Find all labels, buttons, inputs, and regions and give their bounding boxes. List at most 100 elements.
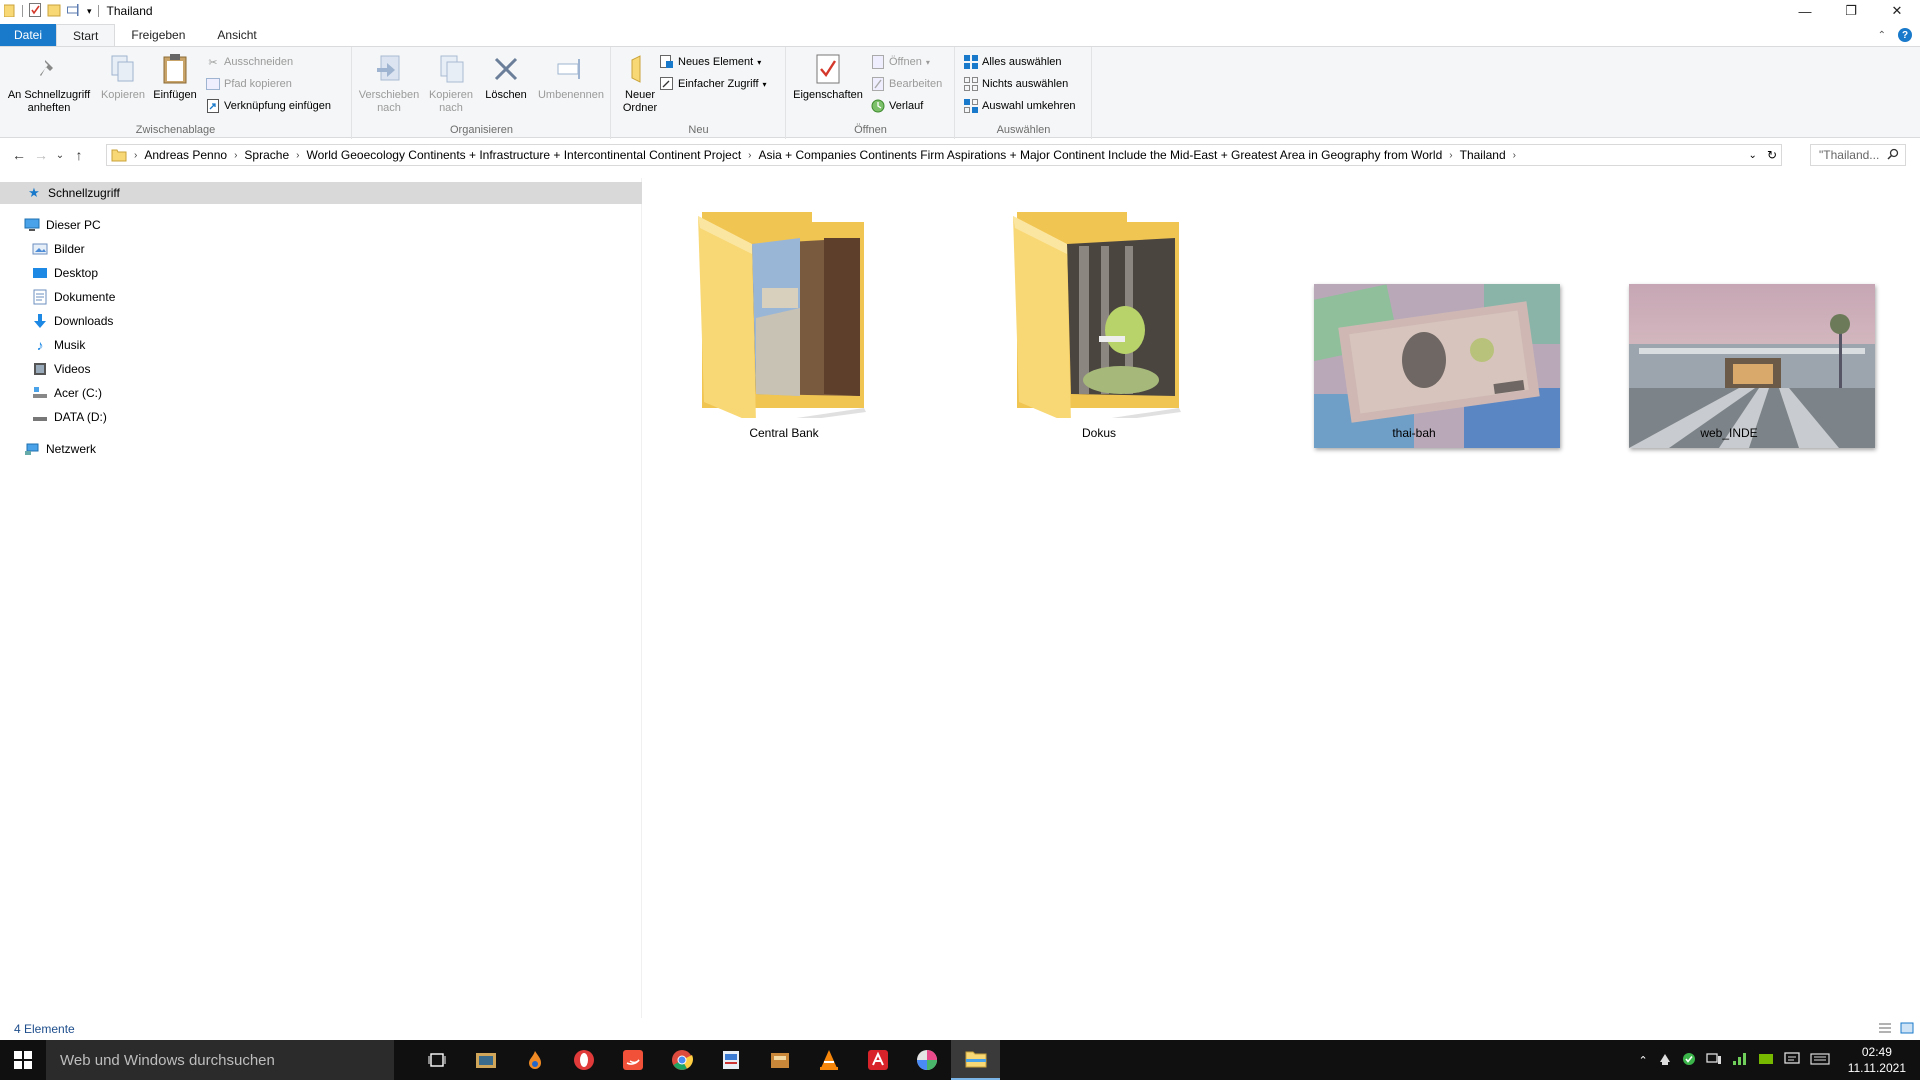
- breadcrumb-asia-companies[interactable]: Asia + Companies Continents Firm Aspirat…: [759, 148, 1443, 162]
- nav-item-drive-c[interactable]: Acer (C:): [0, 382, 102, 404]
- nav-item-quick-access[interactable]: ★ Schnellzugriff: [0, 182, 642, 204]
- details-view-icon[interactable]: [1878, 1022, 1892, 1037]
- nav-item-musik[interactable]: ♪ Musik: [0, 334, 86, 356]
- tab-freigeben[interactable]: Freigeben: [115, 24, 201, 46]
- address-bar[interactable]: › Andreas Penno › Sprache › World Geoeco…: [106, 144, 1782, 166]
- search-icon[interactable]: [1887, 148, 1899, 163]
- tab-ansicht[interactable]: Ansicht: [201, 24, 272, 46]
- search-box[interactable]: "Thailand...: [1810, 144, 1906, 166]
- up-button[interactable]: ↑: [68, 144, 90, 166]
- clock[interactable]: 02:49 11.11.2021: [1848, 1044, 1906, 1076]
- archive-app-icon[interactable]: [755, 1040, 804, 1080]
- tray-overflow-icon[interactable]: ⌃: [1639, 1054, 1648, 1067]
- search-input[interactable]: "Thailand...: [1819, 148, 1879, 162]
- delete-button[interactable]: Löschen: [481, 53, 531, 102]
- nav-item-drive-d[interactable]: DATA (D:): [0, 406, 107, 428]
- keyboard-icon[interactable]: [1810, 1052, 1830, 1068]
- breadcrumb-world-geoecology[interactable]: World Geoecology Continents + Infrastruc…: [306, 148, 741, 162]
- chrome-browser-icon[interactable]: [657, 1040, 706, 1080]
- file-item-image[interactable]: web_INDE: [1579, 198, 1879, 458]
- open-button[interactable]: Öffnen ▾: [871, 53, 930, 71]
- network-signal-icon[interactable]: [1732, 1052, 1748, 1069]
- paste-button[interactable]: Einfügen: [150, 53, 200, 102]
- cut-button[interactable]: ✂ Ausschneiden: [206, 53, 293, 71]
- vlc-player-icon[interactable]: [804, 1040, 853, 1080]
- help-icon[interactable]: ?: [1898, 28, 1912, 42]
- minimize-button[interactable]: —: [1782, 0, 1828, 22]
- tab-datei[interactable]: Datei: [0, 24, 57, 46]
- restore-button[interactable]: ❐: [1828, 0, 1874, 22]
- tab-start[interactable]: Start: [56, 24, 116, 46]
- breadcrumb-thailand[interactable]: Thailand: [1460, 148, 1506, 162]
- refresh-icon[interactable]: ↻: [1767, 148, 1777, 162]
- breadcrumb-separator[interactable]: ›: [134, 150, 137, 161]
- task-view-icon[interactable]: [412, 1040, 461, 1080]
- status-bar: 4 Elemente: [0, 1018, 1920, 1040]
- invert-selection-button[interactable]: Auswahl umkehren: [964, 97, 1076, 115]
- copy-path-button[interactable]: Pfad kopieren: [206, 75, 292, 93]
- taskbar-search-input[interactable]: Web und Windows durchsuchen: [46, 1040, 394, 1080]
- avira-antivirus-icon[interactable]: [853, 1040, 902, 1080]
- nav-item-dokumente[interactable]: Dokumente: [0, 286, 115, 308]
- security-check-icon[interactable]: [1682, 1052, 1696, 1069]
- file-explorer-icon[interactable]: [951, 1040, 1000, 1080]
- breadcrumb-sprache[interactable]: Sprache: [244, 148, 289, 162]
- breadcrumb-separator[interactable]: ›: [748, 150, 751, 161]
- nav-item-bilder[interactable]: Bilder: [0, 238, 85, 260]
- properties-icon[interactable]: [29, 2, 41, 20]
- new-item-button[interactable]: Neues Element ▾: [660, 53, 761, 71]
- breadcrumb-separator[interactable]: ›: [234, 150, 237, 161]
- nav-item-videos[interactable]: Videos: [0, 358, 90, 380]
- rename-button[interactable]: Umbenennen: [533, 53, 609, 102]
- breadcrumb-separator[interactable]: ›: [1513, 150, 1516, 161]
- new-folder-icon[interactable]: [47, 3, 61, 20]
- document-viewer-icon[interactable]: [706, 1040, 755, 1080]
- breadcrumb-separator[interactable]: ›: [296, 150, 299, 161]
- nav-item-this-pc[interactable]: Dieser PC: [0, 214, 101, 236]
- flame-app-icon[interactable]: [510, 1040, 559, 1080]
- large-icons-view-icon[interactable]: [1900, 1022, 1914, 1037]
- rename-label: Umbenennen: [537, 89, 605, 101]
- nav-item-desktop[interactable]: Desktop: [0, 262, 98, 284]
- breadcrumb-andreas-penno[interactable]: Andreas Penno: [144, 148, 227, 162]
- color-app-icon[interactable]: [902, 1040, 951, 1080]
- rename-icon[interactable]: [67, 3, 81, 19]
- new-folder-button[interactable]: Neuer Ordner: [616, 53, 664, 115]
- paste-shortcut-button[interactable]: Verknüpfung einfügen: [206, 97, 331, 115]
- back-button[interactable]: ←: [8, 144, 30, 166]
- breadcrumb-separator[interactable]: ›: [1449, 150, 1452, 161]
- nvidia-icon[interactable]: [1758, 1053, 1774, 1068]
- close-button[interactable]: ✕: [1874, 0, 1920, 22]
- recent-locations-button[interactable]: ⌄: [52, 144, 68, 166]
- tray-app-icon[interactable]: [1658, 1052, 1672, 1069]
- device-icon[interactable]: [1706, 1052, 1722, 1069]
- nav-item-network[interactable]: Netzwerk: [0, 438, 96, 460]
- qat-dropdown-icon[interactable]: ▾: [87, 6, 92, 17]
- select-none-button[interactable]: Nichts auswählen: [964, 75, 1068, 93]
- forward-button[interactable]: →: [30, 144, 52, 166]
- easy-access-button[interactable]: Einfacher Zugriff ▾: [660, 75, 767, 93]
- ribbon-collapse-icon[interactable]: ⌃: [1878, 30, 1886, 41]
- download-arrow-icon: [32, 313, 48, 329]
- notification-icon[interactable]: [1784, 1051, 1800, 1069]
- swift-app-icon[interactable]: [608, 1040, 657, 1080]
- file-item-folder[interactable]: Dokus: [949, 198, 1249, 458]
- opera-browser-icon[interactable]: [559, 1040, 608, 1080]
- history-button[interactable]: Verlauf: [871, 97, 923, 115]
- file-item-image[interactable]: thai-bah: [1264, 198, 1564, 458]
- banknotes-thumbnail: [1314, 284, 1560, 448]
- address-dropdown-icon[interactable]: ⌄: [1749, 150, 1757, 161]
- move-to-button[interactable]: Verschieben nach: [357, 53, 421, 115]
- dropdown-arrow-icon: ▾: [925, 57, 930, 67]
- pin-quick-access-button[interactable]: An Schnellzugriff anheften: [6, 53, 92, 115]
- nav-item-downloads[interactable]: Downloads: [0, 310, 113, 332]
- copy-button[interactable]: Kopieren: [98, 53, 148, 102]
- select-all-button[interactable]: Alles auswählen: [964, 53, 1062, 71]
- copy-to-button[interactable]: Kopieren nach: [423, 53, 479, 115]
- clock-time: 02:49: [1861, 1045, 1892, 1059]
- properties-button[interactable]: Eigenschaften: [791, 53, 865, 102]
- edit-button[interactable]: Bearbeiten: [871, 75, 942, 93]
- photo-app-icon[interactable]: [461, 1040, 510, 1080]
- file-item-folder[interactable]: Central Bank: [634, 198, 934, 458]
- start-button[interactable]: [0, 1040, 46, 1080]
